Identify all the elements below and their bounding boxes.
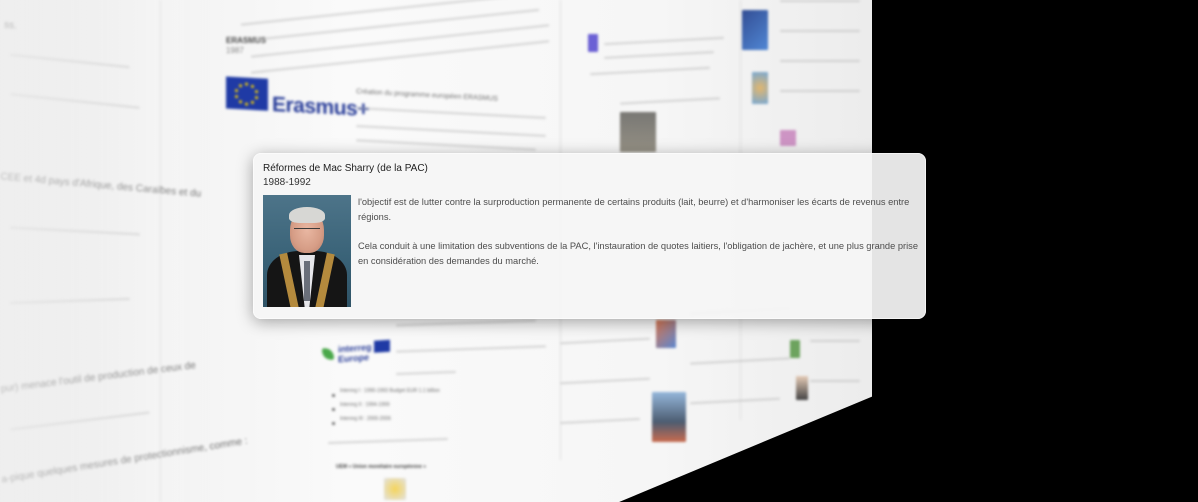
event-description: l'objectif est de lutter contre la surpr… — [358, 195, 918, 283]
event-description-paragraph: Cela conduit à une limitation des subven… — [358, 241, 918, 266]
eu-flag-icon — [374, 339, 390, 353]
left-snippet: ss. — [3, 19, 18, 32]
person-portrait-image — [263, 195, 351, 307]
left-snippet: pur) menace l'outil de production de ceu… — [0, 360, 197, 395]
event-date: 1988-1992 — [263, 177, 311, 188]
interreg-item: Interreg II : 1994-1999 — [340, 402, 390, 408]
erasmus-caption: Création du programme européen ERASMUS — [355, 88, 499, 103]
interreg-item: Interreg I : 1990-1993 Budget EUR 1.1 bi… — [340, 388, 440, 394]
eu-flag-icon — [226, 76, 268, 111]
event-detail-popup[interactable]: Réformes de Mac Sharry (de la PAC) 1988-… — [253, 153, 926, 319]
thumbnail — [742, 10, 768, 50]
timeline-viewer: ss. CEE et 4d pays d'Afrique, des Caraïb… — [0, 0, 1198, 502]
interreg-logo: interreg Europe — [322, 338, 392, 367]
event-title: Réformes de Mac Sharry (de la PAC) — [263, 163, 428, 174]
interreg-item: Interreg III : 2000-2006 — [340, 416, 391, 422]
thumbnail — [790, 340, 800, 358]
thumbnail — [752, 72, 768, 104]
left-snippet: a-pique quelques mesures de protectionni… — [0, 435, 249, 486]
left-snippet: CEE et 4d pays d'Afrique, des Caraïbes e… — [0, 171, 202, 200]
uem-heading: UEM « Union monétaire européenne » — [336, 464, 427, 470]
thumbnail — [656, 320, 676, 348]
thumbnail — [652, 392, 686, 442]
erasmus-logo: Erasmus+ — [226, 76, 369, 128]
thumbnail — [588, 34, 598, 52]
event-description-paragraph: l'objectif est de lutter contre la surpr… — [358, 197, 910, 222]
thumbnail — [620, 112, 656, 152]
thumbnail — [384, 478, 406, 500]
thumbnail — [780, 130, 796, 146]
column-divider — [160, 0, 161, 502]
erasmus-date: 1987 — [226, 46, 244, 55]
erasmus-logo-text: Erasmus+ — [272, 92, 369, 122]
thumbnail — [796, 376, 808, 400]
